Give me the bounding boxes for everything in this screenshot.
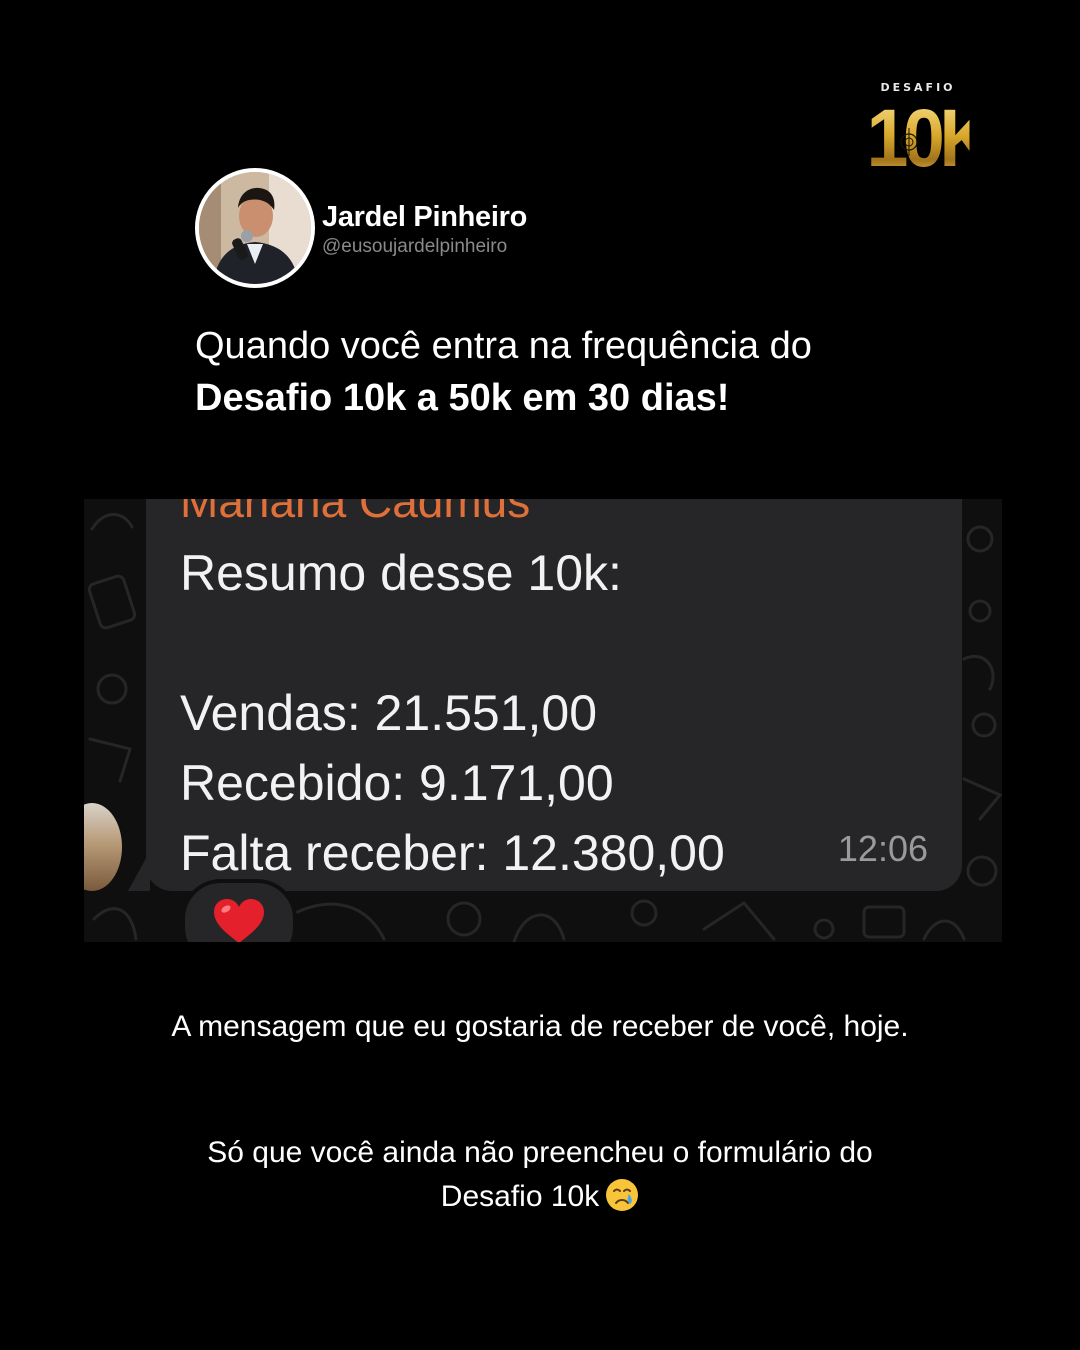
message-line-summary: Resumo desse 10k: <box>180 545 622 601</box>
message-line-sales: Vendas: 21.551,00 <box>180 685 598 741</box>
profile-avatar[interactable] <box>195 168 315 288</box>
red-heart-emoji-icon <box>214 899 264 942</box>
caption-second-line-1: Só que você ainda não preencheu o formul… <box>207 1136 873 1169</box>
caption-first: A mensagem que eu gostaria de receber de… <box>171 1010 909 1043</box>
profile-handle[interactable]: @eusoujardelpinheiro <box>322 235 507 259</box>
message-bubble[interactable]: Mariana Cadmus Resumo desse 10k: Vendas:… <box>146 499 962 891</box>
chat-screenshot: Mariana Cadmus Resumo desse 10k: Vendas:… <box>84 499 1002 942</box>
person-with-microphone-photo-icon <box>199 172 311 284</box>
headline-line-2: Desafio 10k a 50k em 30 dias! <box>195 377 730 419</box>
message-timestamp: 12:06 <box>837 828 928 869</box>
desafio-10k-logo: DESAFIO 10K <box>862 80 993 184</box>
message-reaction[interactable] <box>181 879 297 942</box>
message-line-received: Recebido: 9.171,00 <box>180 755 614 811</box>
headline: Quando você entra na frequência do Desaf… <box>195 320 995 424</box>
message-bubble-tail <box>128 851 150 891</box>
logo-seal-icon <box>900 128 918 156</box>
crying-face-emoji-icon <box>606 1179 639 1211</box>
headline-line-1: Quando você entra na frequência do <box>195 325 812 367</box>
caption-second-line-2-text: Desafio 10k <box>440 1180 600 1213</box>
message-line-pending: Falta receber: 12.380,00 <box>180 825 725 881</box>
caption-second: Só que você ainda não preencheu o formul… <box>40 1131 1040 1219</box>
caption-second-line-2: Desafio 10k <box>40 1175 1040 1219</box>
profile-name[interactable]: Jardel Pinheiro <box>322 199 527 235</box>
sender-name: Mariana Cadmus <box>180 499 531 527</box>
